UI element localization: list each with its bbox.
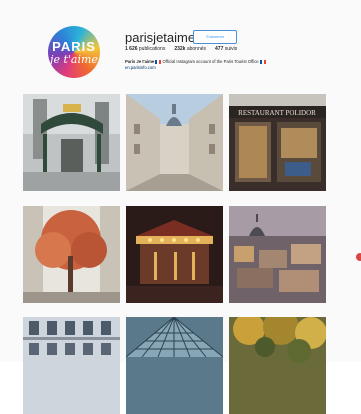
stat-following[interactable]: 477 suivis [215, 46, 237, 52]
posts-grid: RESTAURANT POLIDOR [23, 94, 326, 414]
post-metro-entrance[interactable] [23, 94, 120, 191]
username: parisjetaime [125, 30, 196, 45]
bio-name: Paris Je t'aime [125, 59, 155, 64]
post-haussmann-facade[interactable] [23, 317, 120, 414]
bio-text: Official Instagram account of the Paris … [162, 59, 259, 64]
profile-stats: 1 626 publications 232k abonnés 477 suiv… [125, 46, 237, 52]
avatar-script-text: je t'aime [50, 53, 98, 66]
follow-button[interactable]: S'abonner [193, 30, 237, 44]
profile-header: PARIS je t'aime parisjetaime S'abonner 1… [0, 0, 361, 92]
post-sorbonne-street[interactable] [126, 94, 223, 191]
post-rooftops-view[interactable] [229, 206, 326, 303]
post-autumn-tree-courtyard[interactable] [23, 206, 120, 303]
flag-fr-icon [155, 59, 162, 64]
bio-link[interactable]: en.parisinfo.com [125, 65, 315, 71]
stat-posts[interactable]: 1 626 publications [125, 46, 165, 52]
flag-fr-icon [259, 59, 266, 64]
profile-bio: Paris Je t'aime Official Instagram accou… [125, 59, 315, 71]
svg-text:RESTAURANT POLIDOR: RESTAURANT POLIDOR [238, 109, 316, 117]
avatar-text: PARIS [52, 39, 96, 54]
stat-followers[interactable]: 232k abonnés [174, 46, 206, 52]
post-glass-dome[interactable] [126, 317, 223, 414]
post-carousel-night[interactable] [126, 206, 223, 303]
avatar[interactable]: PARIS je t'aime [48, 26, 100, 78]
profile-page: PARIS je t'aime parisjetaime S'abonner 1… [0, 0, 361, 414]
notification-dot [356, 253, 361, 261]
post-restaurant-polidor[interactable]: RESTAURANT POLIDOR [229, 94, 326, 191]
post-autumn-leaves[interactable] [229, 317, 326, 414]
